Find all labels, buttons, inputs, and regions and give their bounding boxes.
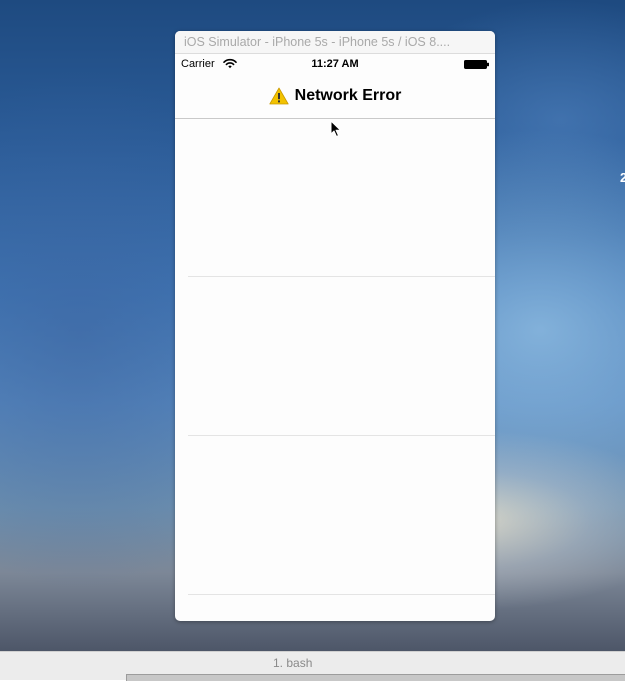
battery-icon — [464, 60, 489, 69]
table-row[interactable] — [175, 119, 495, 277]
terminal-window-strip: 1. bash — [0, 651, 625, 681]
row-separator — [188, 594, 495, 595]
table-row[interactable] — [175, 437, 495, 595]
desktop-edge-text: 2 — [620, 170, 625, 185]
simulator-window-title: iOS Simulator - iPhone 5s - iPhone 5s / … — [184, 35, 451, 49]
warning-icon — [269, 87, 289, 105]
row-separator — [188, 276, 495, 277]
mouse-cursor-icon — [330, 120, 341, 137]
navigation-bar: Network Error — [175, 74, 495, 119]
table-row[interactable] — [175, 278, 495, 436]
status-bar: Carrier 11:27 AM — [175, 54, 495, 74]
terminal-tab-bar — [126, 674, 625, 681]
row-separator — [188, 435, 495, 436]
simulator-title-bar[interactable]: iOS Simulator - iPhone 5s - iPhone 5s / … — [175, 31, 495, 54]
table-view[interactable] — [175, 119, 495, 621]
nav-title: Network Error — [294, 87, 402, 104]
status-time: 11:27 AM — [311, 58, 359, 70]
terminal-tab-bash[interactable]: 1. bash — [273, 656, 312, 670]
desktop-background: 2 iOS Simulator - iPhone 5s - iPhone 5s … — [0, 0, 625, 651]
